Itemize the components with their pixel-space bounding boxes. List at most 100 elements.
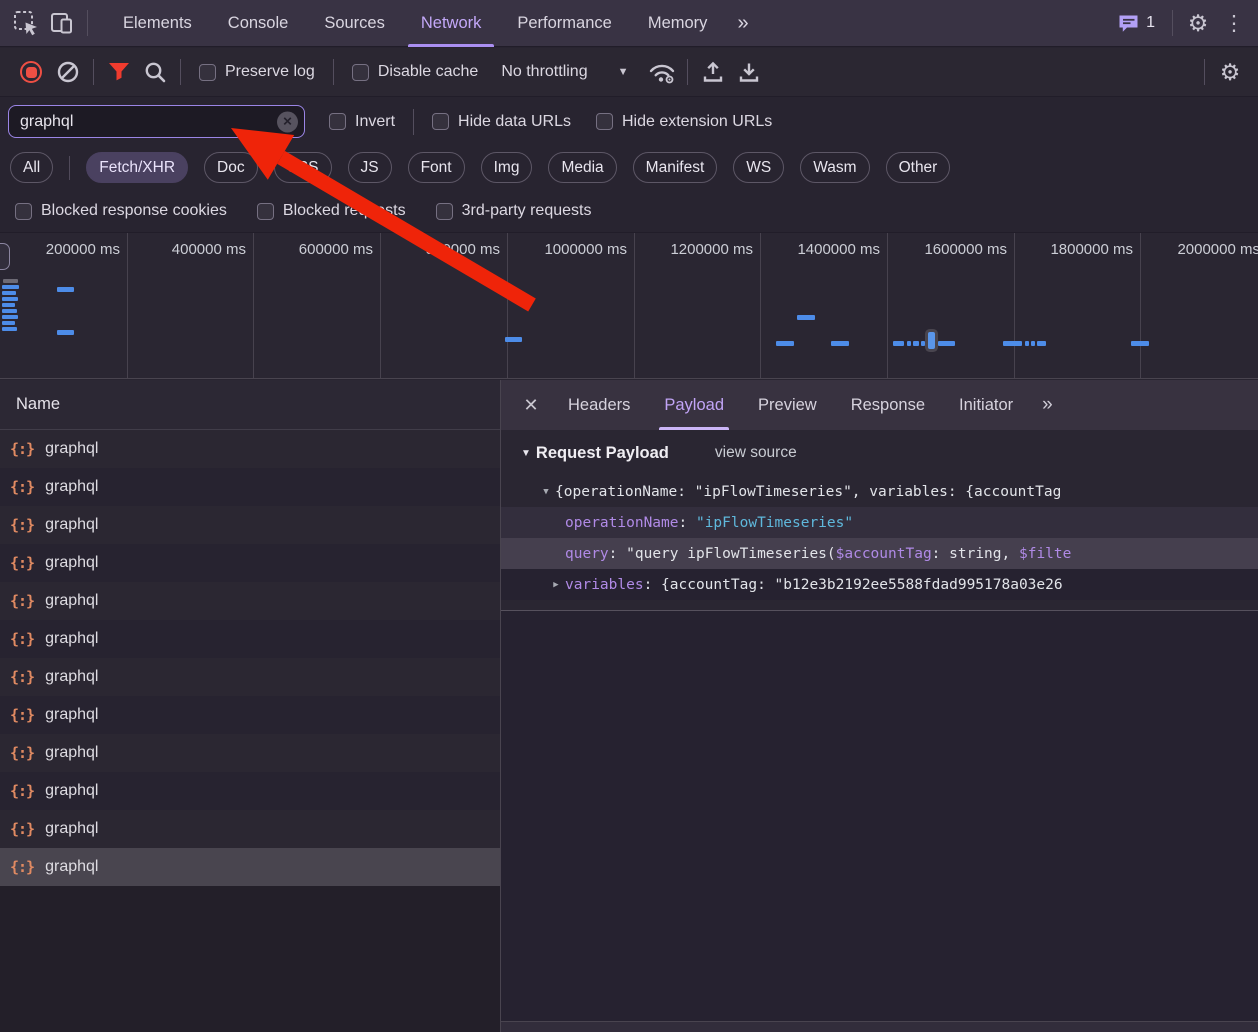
throttling-select[interactable]: No throttling ▼: [501, 63, 628, 81]
type-filter-css[interactable]: CSS: [274, 152, 332, 183]
filter-row: ✕ Invert Hide data URLs Hide extension U…: [0, 98, 1258, 145]
checkbox-blocked-response-cookies[interactable]: Blocked response cookies: [15, 202, 227, 220]
network-option-checkboxes: Blocked response cookies Blocked requests…: [0, 190, 1258, 232]
detail-tab-response[interactable]: Response: [834, 380, 942, 430]
network-settings-gear-icon[interactable]: ⚙: [1212, 54, 1248, 90]
request-timing-bar: [2, 315, 18, 319]
json-braces-icon: {:}: [10, 440, 34, 458]
waterfall-tick-label: 1800000 ms: [1050, 241, 1140, 258]
type-filter-font[interactable]: Font: [408, 152, 465, 183]
type-filter-wasm[interactable]: Wasm: [800, 152, 869, 183]
type-filter-doc[interactable]: Doc: [204, 152, 258, 183]
tab-elements[interactable]: Elements: [105, 0, 210, 47]
request-row-graphql[interactable]: {:}graphql: [0, 620, 500, 658]
funnel-icon: [108, 62, 130, 82]
detail-bottom-scroll-track[interactable]: [501, 1021, 1258, 1032]
checkbox-blocked-requests[interactable]: Blocked requests: [257, 202, 406, 220]
detail-tab-initiator[interactable]: Initiator: [942, 380, 1030, 430]
request-row-graphql[interactable]: {:}graphql: [0, 696, 500, 734]
overview-drag-handle[interactable]: [0, 243, 10, 270]
request-row-graphql[interactable]: {:}graphql: [0, 506, 500, 544]
clear-button[interactable]: [50, 54, 86, 90]
request-timing-bar: [2, 291, 16, 295]
tab-memory[interactable]: Memory: [630, 0, 726, 47]
waterfall-tick-label: 2000000 ms: [1177, 241, 1258, 258]
payload-row[interactable]: query: "query ipFlowTimeseries($accountT…: [501, 538, 1258, 569]
tab-performance[interactable]: Performance: [499, 0, 629, 47]
request-row-graphql[interactable]: {:}graphql: [0, 582, 500, 620]
checkbox-3rd-party-requests[interactable]: 3rd-party requests: [436, 202, 592, 220]
network-overview-waterfall[interactable]: 200000 ms400000 ms600000 ms800000 ms1000…: [0, 232, 1258, 379]
more-detail-tabs-button[interactable]: »: [1030, 394, 1065, 416]
detail-tab-payload[interactable]: Payload: [647, 380, 741, 430]
view-source-link[interactable]: view source: [715, 444, 797, 462]
type-filter-fetch-xhr[interactable]: Fetch/XHR: [86, 152, 188, 183]
request-timing-bar: [1003, 341, 1022, 346]
name-column-header[interactable]: Name: [0, 380, 500, 430]
payload-row[interactable]: operationName: "ipFlowTimeseries": [501, 507, 1258, 538]
more-options-button[interactable]: ⋮: [1216, 5, 1252, 41]
checkbox-label: 3rd-party requests: [462, 202, 592, 220]
inspect-element-button[interactable]: [8, 5, 44, 41]
filter-toggle-button[interactable]: [101, 54, 137, 90]
request-row-graphql[interactable]: {:}graphql: [0, 468, 500, 506]
payload-row[interactable]: ▶variables: {accountTag: "b12e3b2192ee55…: [501, 569, 1258, 600]
more-panels-button[interactable]: »: [725, 12, 760, 35]
search-button[interactable]: [137, 54, 173, 90]
request-timing-bar: [57, 287, 74, 292]
record-button[interactable]: [20, 61, 42, 83]
type-filter-js[interactable]: JS: [348, 152, 392, 183]
hide-data-urls-checkbox[interactable]: Hide data URLs: [432, 113, 571, 131]
tab-network[interactable]: Network: [403, 0, 500, 47]
checkbox-box: [436, 203, 453, 220]
settings-gear-icon[interactable]: ⚙: [1180, 5, 1216, 41]
request-row-graphql[interactable]: {:}graphql: [0, 544, 500, 582]
request-name: graphql: [45, 516, 98, 534]
tab-sources[interactable]: Sources: [306, 0, 403, 47]
tree-caret-right-icon[interactable]: ▶: [547, 580, 565, 590]
invert-checkbox[interactable]: Invert: [329, 113, 395, 131]
request-row-graphql[interactable]: {:}graphql: [0, 848, 500, 886]
waterfall-gridline: [380, 233, 381, 378]
type-filter-media[interactable]: Media: [548, 152, 616, 183]
request-row-graphql[interactable]: {:}graphql: [0, 658, 500, 696]
json-braces-icon: {:}: [10, 668, 34, 686]
hide-extension-urls-checkbox[interactable]: Hide extension URLs: [596, 113, 772, 131]
type-filter-ws[interactable]: WS: [733, 152, 784, 183]
request-timing-bar: [2, 303, 15, 307]
detail-tab-headers[interactable]: Headers: [551, 380, 647, 430]
payload-segment-key: variables: [565, 577, 644, 593]
export-har-button[interactable]: [731, 54, 767, 90]
preserve-log-checkbox[interactable]: Preserve log: [199, 63, 315, 81]
request-timing-bar: [1031, 341, 1035, 346]
payload-row[interactable]: ▼{operationName: "ipFlowTimeseries", var…: [501, 476, 1258, 507]
devtools-tabbar: ElementsConsoleSourcesNetworkPerformance…: [0, 0, 1258, 47]
network-conditions-button[interactable]: [644, 54, 680, 90]
request-row-graphql[interactable]: {:}graphql: [0, 734, 500, 772]
request-row-graphql[interactable]: {:}graphql: [0, 772, 500, 810]
type-filter-img[interactable]: Img: [481, 152, 533, 183]
type-filter-all[interactable]: All: [10, 152, 53, 183]
type-filter-manifest[interactable]: Manifest: [633, 152, 718, 183]
close-detail-button[interactable]: ✕: [511, 380, 551, 430]
disable-cache-checkbox[interactable]: Disable cache: [352, 63, 479, 81]
request-payload-header[interactable]: ▼ Request Payload view source: [501, 430, 1258, 476]
request-timing-bar: [907, 341, 911, 346]
type-filter-other[interactable]: Other: [886, 152, 951, 183]
device-toolbar-button[interactable]: [44, 5, 80, 41]
payload-segment-text: : {accountTag: "b12e3b2192ee5588fdad9951…: [644, 577, 1063, 593]
invert-label: Invert: [355, 113, 395, 131]
detail-tabbar: ✕ HeadersPayloadPreviewResponseInitiator…: [501, 380, 1258, 430]
request-row-graphql[interactable]: {:}graphql: [0, 810, 500, 848]
waterfall-tick-label: 400000 ms: [172, 241, 253, 258]
tree-caret-down-icon[interactable]: ▼: [537, 487, 555, 497]
request-row-graphql[interactable]: {:}graphql: [0, 430, 500, 468]
network-conditions-icon: [647, 60, 677, 85]
network-filter-input[interactable]: [8, 105, 305, 138]
import-har-button[interactable]: [695, 54, 731, 90]
detail-tab-preview[interactable]: Preview: [741, 380, 834, 430]
clear-filter-icon[interactable]: ✕: [277, 111, 298, 132]
issues-counter[interactable]: 1: [1108, 14, 1165, 33]
chevron-down-icon: ▼: [618, 66, 629, 78]
tab-console[interactable]: Console: [210, 0, 307, 47]
